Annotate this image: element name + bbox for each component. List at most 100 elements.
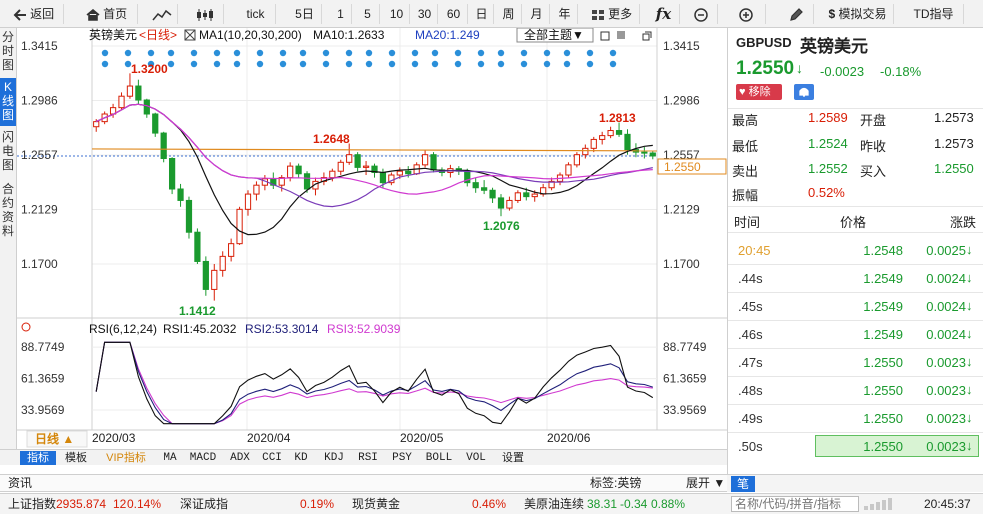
indicator-ma[interactable]: MA xyxy=(156,451,184,465)
indicator-cci[interactable]: CCI xyxy=(258,451,286,465)
tab-contract-info[interactable]: 合约资料 xyxy=(0,182,16,242)
annotation-low: 1.1412 xyxy=(179,304,216,318)
indicator-tab-template[interactable]: 模板 xyxy=(58,451,94,465)
candle-up xyxy=(236,208,243,245)
panel-tab-selected[interactable]: 笔 xyxy=(731,476,755,492)
sz-index-pct: 0.19% xyxy=(300,497,335,511)
candle-down xyxy=(194,231,201,262)
info-tab[interactable]: 资讯 xyxy=(8,476,32,491)
candle-down xyxy=(641,151,648,154)
period-day[interactable]: 日 xyxy=(470,4,494,24)
draw-button[interactable] xyxy=(778,4,814,24)
indicator-rsi[interactable]: RSI xyxy=(354,451,382,465)
period-1m[interactable]: 1 xyxy=(330,4,352,24)
indicator-kdj[interactable]: KDJ xyxy=(320,451,348,465)
period-60m[interactable]: 60 xyxy=(440,4,468,24)
rsi-axis-label: 61.3659 xyxy=(21,372,65,386)
event-dot xyxy=(101,49,109,57)
line-chart-button[interactable] xyxy=(146,4,178,24)
period-month[interactable]: 月 xyxy=(524,4,550,24)
candle-up xyxy=(219,255,226,271)
search-input[interactable] xyxy=(732,497,856,511)
tick-price: 1.2550 xyxy=(863,383,903,398)
td-guide-button[interactable]: TD指导 xyxy=(904,4,964,24)
annotation-apr-high: 1.2648 xyxy=(313,132,350,146)
tick-time: .44s xyxy=(738,271,763,286)
indicator-macd[interactable]: MACD xyxy=(186,451,220,465)
indicator-adx[interactable]: ADX xyxy=(226,451,254,465)
candle-chart-button[interactable] xyxy=(188,4,224,24)
tab-kline[interactable]: K线图 xyxy=(0,78,16,126)
rsi-axis-label-right: 33.9569 xyxy=(663,403,707,417)
event-dot xyxy=(543,49,551,57)
rsi-axis-label: 33.9569 xyxy=(21,403,65,417)
gold-pct: 0.46% xyxy=(472,497,507,511)
event-dot xyxy=(190,49,198,57)
period-5d[interactable]: 5日 xyxy=(288,4,322,24)
tick-change: 0.0023 xyxy=(926,439,966,454)
tick-time: .46s xyxy=(738,327,763,342)
event-dot xyxy=(299,60,307,68)
indicator-vip[interactable]: VIP指标 xyxy=(100,451,152,465)
tick-time: .49s xyxy=(738,411,763,426)
indicator-boll[interactable]: BOLL xyxy=(422,451,456,465)
zoom-out-button[interactable] xyxy=(684,4,718,24)
candle-up xyxy=(531,193,538,198)
period-week[interactable]: 周 xyxy=(496,4,522,24)
event-dot xyxy=(233,49,241,57)
divider xyxy=(728,206,983,207)
dollar-icon: $ xyxy=(828,7,836,21)
rsi-axis-label: 88.7749 xyxy=(21,340,65,354)
home-button[interactable]: 首页 xyxy=(76,4,138,24)
panel-tab-bar: 笔 xyxy=(727,474,983,492)
candle-down xyxy=(160,132,167,159)
indicator-tab-indicators[interactable]: 指标 xyxy=(20,451,56,465)
indicator-psy[interactable]: PSY xyxy=(388,451,416,465)
tab-lightning[interactable]: 闪电图 xyxy=(0,130,16,178)
tab-timeshare[interactable]: 分时图 xyxy=(0,30,16,76)
formula-button[interactable]: fx xyxy=(648,4,680,24)
top-toolbar: 返回 首页 tick 5日 1 5 10 30 60 日 周 月 年 更多 fx… xyxy=(0,0,983,28)
oil-label[interactable]: 美原油连续 xyxy=(524,497,584,512)
kline-chart[interactable]: 1.3415 1.2986 1.2557 1.2129 1.1700 1.341… xyxy=(17,27,727,449)
candle-down xyxy=(649,152,656,157)
tick-row: .49s 1.2550 0.0023 ↓ xyxy=(728,404,983,432)
event-dot xyxy=(124,49,132,57)
search-box[interactable] xyxy=(731,496,859,512)
sim-trade-button[interactable]: $ 模拟交易 xyxy=(822,4,894,24)
sh-index-label[interactable]: 上证指数 xyxy=(8,497,56,512)
ma20-legend: MA20:1.249 xyxy=(415,28,480,42)
period-10m[interactable]: 10 xyxy=(384,4,410,24)
period-tick[interactable]: tick xyxy=(236,4,276,24)
more-button[interactable]: 更多 xyxy=(584,4,640,24)
clock: 20:45:37 xyxy=(924,497,971,511)
low-value: 1.2524 xyxy=(808,136,848,151)
tick-time: .45s xyxy=(738,299,763,314)
candle-down xyxy=(168,157,176,190)
back-button[interactable]: 返回 xyxy=(4,4,64,24)
event-dot xyxy=(167,49,175,57)
indicator-settings[interactable]: 设置 xyxy=(496,451,530,465)
divider xyxy=(728,232,983,233)
bell-icon xyxy=(799,87,809,97)
down-arrow-icon: ↓ xyxy=(966,410,973,425)
event-dot xyxy=(609,60,617,68)
period-year[interactable]: 年 xyxy=(552,4,578,24)
indicator-vol[interactable]: VOL xyxy=(462,451,490,465)
event-dot xyxy=(279,49,287,57)
zoom-in-button[interactable] xyxy=(726,4,766,24)
remove-watch-button[interactable]: ♥ 移除 xyxy=(736,84,782,100)
candle-up xyxy=(228,243,235,257)
event-dot xyxy=(477,49,485,57)
candle-up xyxy=(126,85,134,97)
alert-button[interactable] xyxy=(794,84,814,100)
event-dot xyxy=(411,60,419,68)
period-5m[interactable]: 5 xyxy=(356,4,380,24)
expand-button[interactable]: 展开 ▼ xyxy=(686,476,725,491)
sz-index-label[interactable]: 深证成指 xyxy=(180,497,228,512)
indicator-kd[interactable]: KD xyxy=(290,451,312,465)
period-30m[interactable]: 30 xyxy=(412,4,438,24)
gold-label[interactable]: 现货黄金 xyxy=(352,497,400,512)
down-arrow-icon: ↓ xyxy=(966,242,973,257)
tick-row: 20:45 1.2548 0.0025 ↓ xyxy=(728,236,983,264)
